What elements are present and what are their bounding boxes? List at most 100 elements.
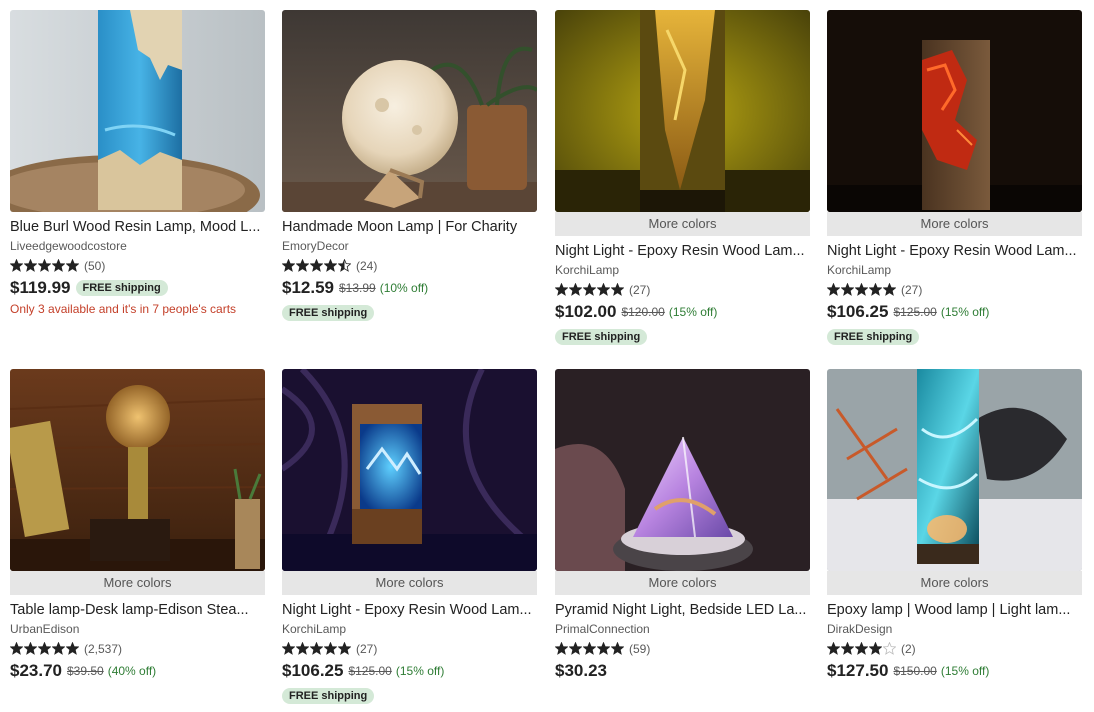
listing-card[interactable]: More colors Night Light - Epoxy Resin Wo… [282, 369, 537, 704]
listing-card[interactable]: More colors Pyramid Night Light, Bedside… [555, 369, 810, 682]
star-icon [583, 283, 596, 296]
star-icon [841, 642, 854, 655]
star-icon [10, 259, 23, 272]
yellow-resin-lamp-image [555, 10, 810, 212]
star-icon [569, 283, 582, 296]
listing-title[interactable]: Pyramid Night Light, Bedside LED La... [555, 601, 810, 619]
more-colors-bar[interactable]: More colors [10, 571, 265, 595]
listing-card[interactable]: Blue Burl Wood Resin Lamp, Mood L... Liv… [10, 10, 265, 317]
scarcity-note: Only 3 available and it's in 7 people's … [10, 302, 237, 316]
star-rating [10, 642, 80, 655]
shop-name[interactable]: DirakDesign [827, 622, 1082, 637]
star-icon [583, 642, 596, 655]
price-row: $119.99 FREE shipping [10, 277, 265, 299]
star-icon [869, 642, 882, 655]
price-row: $127.50 $150.00 (15% off) [827, 660, 1082, 682]
listing-image[interactable] [827, 10, 1082, 212]
price: $102.00 [555, 302, 617, 321]
listing-image[interactable] [282, 369, 537, 571]
listing-image[interactable] [555, 10, 810, 212]
listing-card[interactable]: More colors Table lamp-Desk lamp-Edison … [10, 369, 265, 682]
star-icon [611, 642, 624, 655]
price-row: $106.25 $125.00 (15% off) [282, 660, 537, 682]
star-icon [10, 642, 23, 655]
red-resin-lamp-image [827, 10, 1082, 212]
rating: (50) [10, 258, 265, 273]
moon-lamp-image [282, 10, 537, 212]
rating: (59) [555, 641, 810, 656]
more-colors-bar[interactable]: More colors [555, 212, 810, 236]
shop-name[interactable]: KorchiLamp [555, 263, 810, 278]
star-icon [869, 283, 882, 296]
shop-name[interactable]: KorchiLamp [827, 263, 1082, 278]
review-count: (59) [629, 641, 651, 656]
edison-lamp-image [10, 369, 265, 571]
listing-title[interactable]: Night Light - Epoxy Resin Wood Lam... [827, 242, 1082, 260]
listing-title[interactable]: Blue Burl Wood Resin Lamp, Mood L... [10, 218, 265, 236]
review-count: (2) [901, 641, 916, 656]
listing-title[interactable]: Night Light - Epoxy Resin Wood Lam... [282, 601, 537, 619]
review-count: (27) [629, 282, 651, 297]
listing-title[interactable]: Handmade Moon Lamp | For Charity [282, 218, 537, 236]
listing-image[interactable] [10, 10, 265, 212]
listing-image[interactable] [827, 369, 1082, 571]
listing-title[interactable]: Epoxy lamp | Wood lamp | Light lam... [827, 601, 1082, 619]
star-icon [338, 259, 351, 272]
discount: (15% off) [668, 305, 718, 319]
original-price: $150.00 [893, 664, 937, 678]
star-icon [827, 642, 840, 655]
price-row: $12.59 $13.99 (10% off) [282, 277, 537, 299]
star-icon [324, 259, 337, 272]
more-colors-bar[interactable]: More colors [827, 571, 1082, 595]
star-rating [555, 642, 625, 655]
free-shipping-badge: FREE shipping [827, 329, 920, 345]
shop-name[interactable]: EmoryDecor [282, 239, 537, 254]
listing-title[interactable]: Table lamp-Desk lamp-Edison Stea... [10, 601, 265, 619]
star-icon [855, 642, 868, 655]
star-icon [569, 642, 582, 655]
original-price: $120.00 [621, 305, 665, 319]
listing-image[interactable] [10, 369, 265, 571]
free-shipping-badge: FREE shipping [282, 688, 375, 704]
star-icon [555, 642, 568, 655]
shop-name[interactable]: Liveedgewoodcostore [10, 239, 265, 254]
star-rating [827, 283, 897, 296]
badge-line: FREE shipping [827, 327, 1082, 345]
star-icon [24, 642, 37, 655]
review-count: (24) [356, 258, 378, 273]
star-icon [296, 259, 309, 272]
price: $119.99 [10, 278, 71, 297]
price: $127.50 [827, 661, 889, 680]
more-colors-bar[interactable]: More colors [555, 571, 810, 595]
star-icon [66, 642, 79, 655]
star-icon [841, 283, 854, 296]
free-shipping-badge: FREE shipping [75, 280, 168, 296]
star-icon [38, 642, 51, 655]
price: $106.25 [282, 661, 344, 680]
star-icon [52, 259, 65, 272]
star-icon [827, 283, 840, 296]
listing-title[interactable]: Night Light - Epoxy Resin Wood Lam... [555, 242, 810, 260]
rating: (27) [827, 282, 1082, 297]
listing-card[interactable]: Handmade Moon Lamp | For Charity EmoryDe… [282, 10, 537, 321]
star-rating [827, 642, 897, 655]
star-icon [310, 259, 323, 272]
discount: (15% off) [940, 664, 990, 678]
listing-card[interactable]: More colors Night Light - Epoxy Resin Wo… [555, 10, 810, 345]
more-colors-bar[interactable]: More colors [282, 571, 537, 595]
star-icon [555, 283, 568, 296]
listing-card[interactable]: More colors Night Light - Epoxy Resin Wo… [827, 10, 1082, 345]
rating: (2) [827, 641, 1082, 656]
more-colors-bar[interactable]: More colors [827, 212, 1082, 236]
original-price: $125.00 [348, 664, 392, 678]
star-rating [10, 259, 80, 272]
shop-name[interactable]: KorchiLamp [282, 622, 537, 637]
listing-image[interactable] [555, 369, 810, 571]
star-icon [324, 642, 337, 655]
shop-name[interactable]: UrbanEdison [10, 622, 265, 637]
listing-image[interactable] [282, 10, 537, 212]
star-icon [597, 283, 610, 296]
listing-card[interactable]: More colors Epoxy lamp | Wood lamp | Lig… [827, 369, 1082, 682]
original-price: $125.00 [893, 305, 937, 319]
shop-name[interactable]: PrimalConnection [555, 622, 810, 637]
